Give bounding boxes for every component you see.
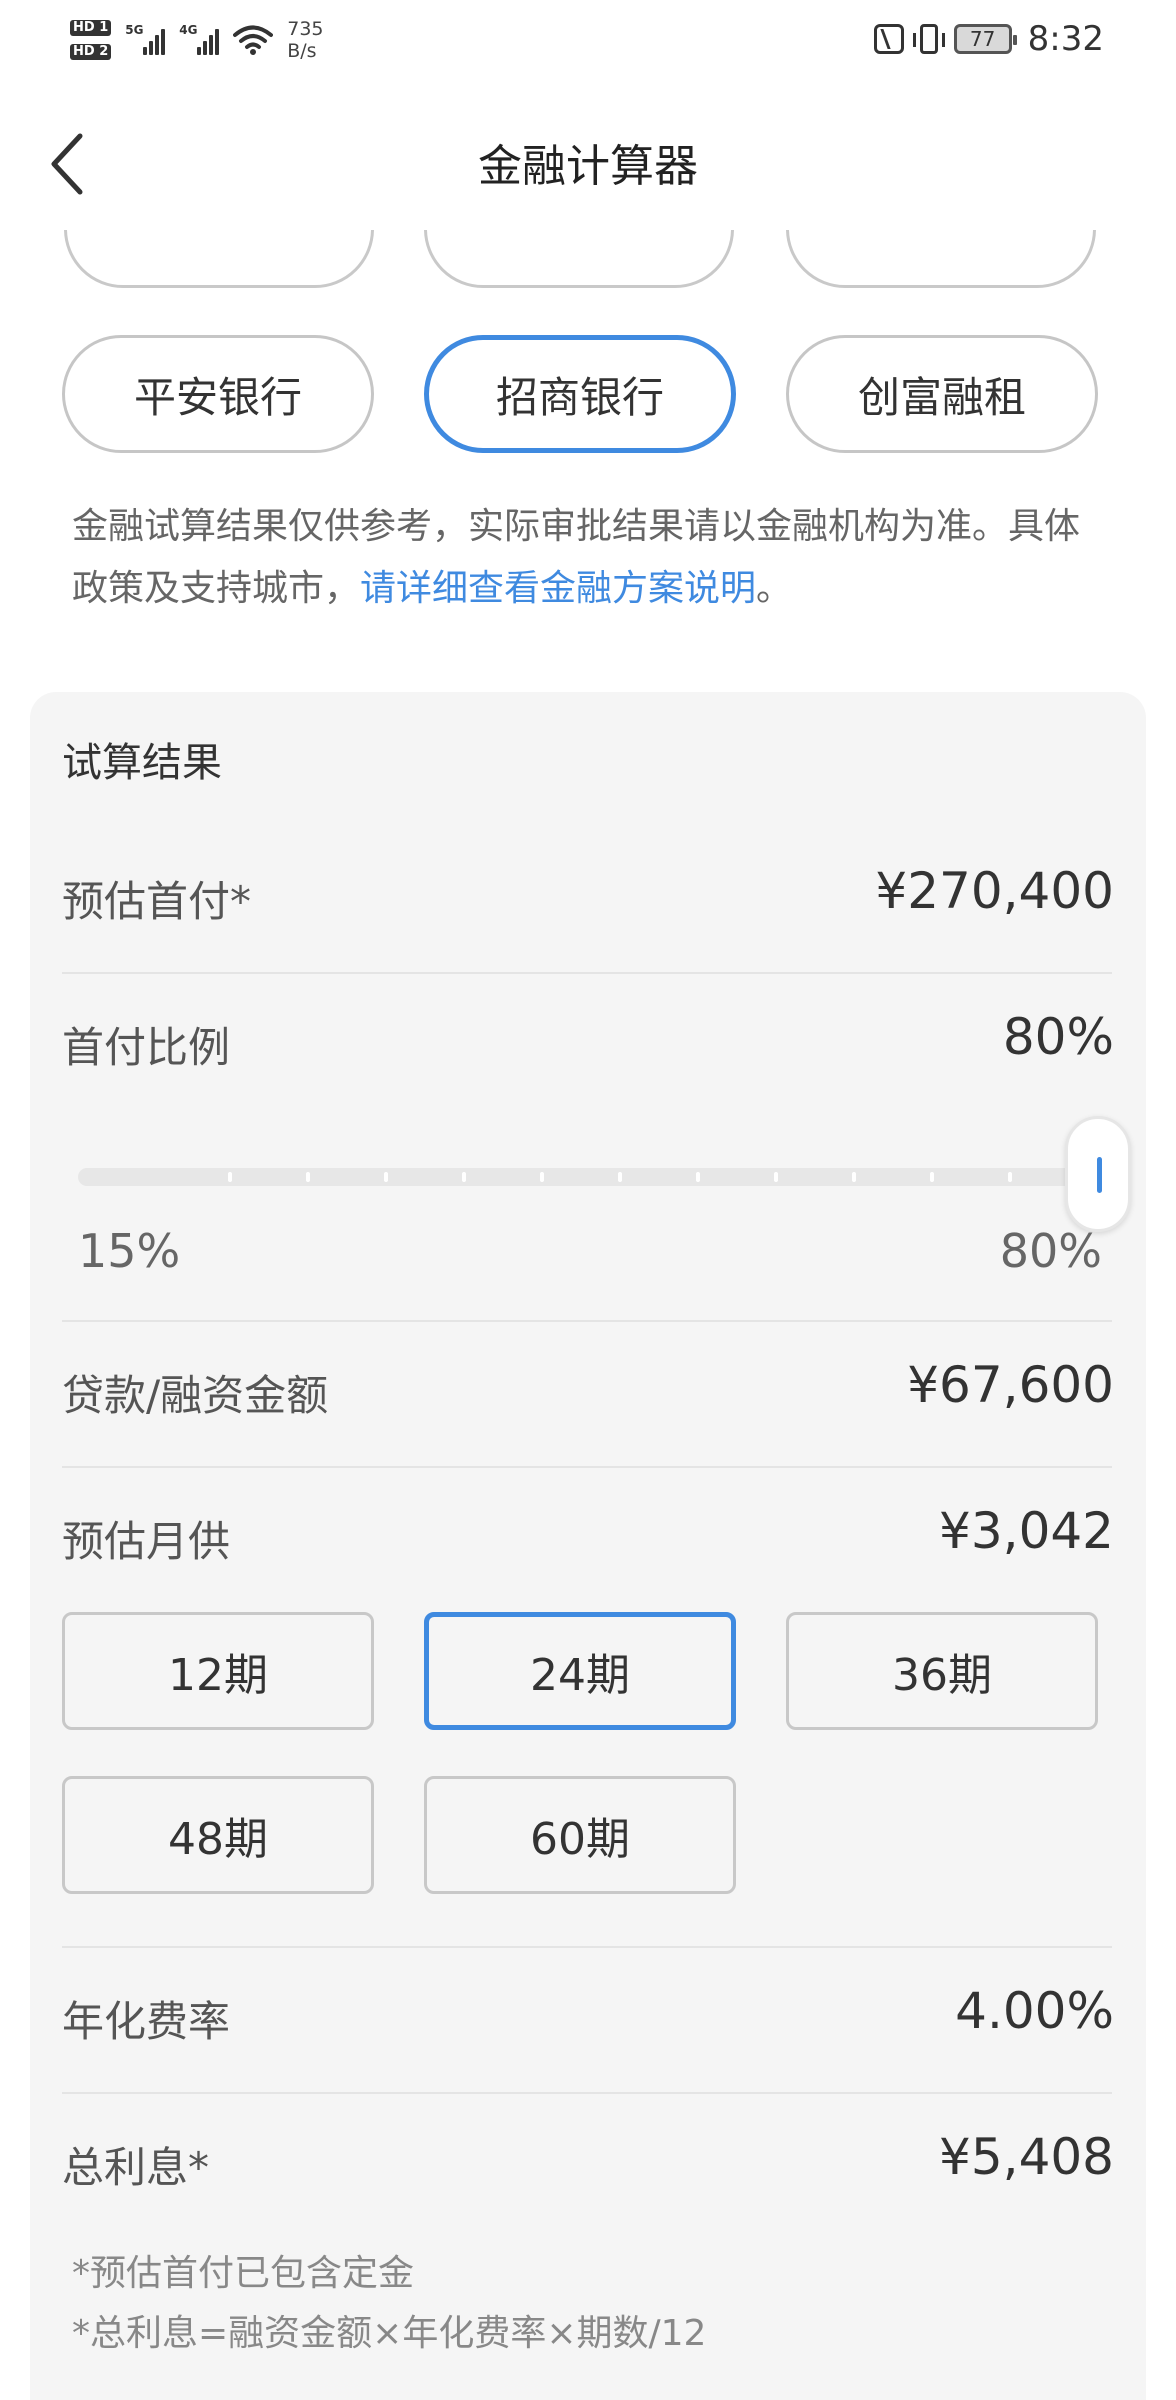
slider-track[interactable]: [78, 1168, 1078, 1186]
wifi-icon: [233, 25, 274, 55]
loan-label: 贷款/融资金额: [62, 1371, 329, 1420]
ratio-value: 80%: [1002, 1008, 1114, 1066]
slider-tick: [1008, 1172, 1012, 1182]
down-payment-label: 预估首付*: [62, 877, 252, 926]
nfc-icon: [873, 24, 904, 54]
network-speed-value: 735: [287, 18, 324, 40]
slider-tick: [228, 1172, 232, 1182]
result-title: 试算结果: [62, 740, 222, 786]
loan-value: ¥67,600: [907, 1356, 1114, 1414]
slider-tick: [306, 1172, 310, 1182]
org-option-chuangfu[interactable]: 创富融租: [786, 335, 1098, 453]
status-right: 77 8:32: [873, 14, 1104, 64]
term-60-button[interactable]: 60期: [424, 1776, 736, 1894]
network-speed: 735 B/s: [287, 18, 323, 62]
disclaimer-notice: 金融试算结果仅供参考，实际审批结果请以金融机构为准。具体政策及支持城市，请详细查…: [72, 496, 1112, 620]
slider-tick: [930, 1172, 934, 1182]
battery-icon: 77: [953, 24, 1017, 54]
slider-tick: [852, 1172, 856, 1182]
battery-level: 77: [969, 27, 996, 51]
monthly-value: ¥3,042: [939, 1502, 1114, 1560]
org-option-hidden-3[interactable]: [786, 230, 1096, 288]
sim2-indicator: HD 2: [70, 44, 112, 60]
slider-tick: [774, 1172, 778, 1182]
signal-5g-label: 5G: [125, 23, 144, 37]
status-bar: HD 1 HD 2 5G 4G 735 B/s 77 8:32: [0, 0, 1176, 80]
ratio-slider[interactable]: [78, 1116, 1131, 1232]
org-option-zhaoshang[interactable]: 招商银行: [424, 335, 736, 453]
ratio-max-label: 80%: [999, 1224, 1102, 1278]
clock: 8:32: [1027, 19, 1104, 59]
org-options-row: 平安银行 招商银行 创富融租: [0, 335, 1176, 455]
ratio-min-label: 15%: [78, 1224, 181, 1278]
page-title: 金融计算器: [478, 141, 698, 192]
nav-header: 金融计算器: [0, 100, 1176, 230]
signal-4g-label: 4G: [179, 23, 198, 37]
term-24-button[interactable]: 24期: [424, 1612, 736, 1730]
divider: [62, 1320, 1112, 1322]
sim-indicators: HD 1 HD 2: [70, 20, 112, 60]
status-left: HD 1 HD 2 5G 4G 735 B/s: [70, 10, 324, 70]
slider-tick: [540, 1172, 544, 1182]
down-payment-value: ¥270,400: [875, 862, 1114, 920]
monthly-label: 预估月供: [62, 1517, 231, 1566]
term-36-button[interactable]: 36期: [786, 1612, 1098, 1730]
slider-tick: [462, 1172, 466, 1182]
term-12-button[interactable]: 12期: [62, 1612, 374, 1730]
divider: [62, 1466, 1112, 1468]
finance-plan-link[interactable]: 请详细查看金融方案说明: [360, 568, 756, 609]
rate-value: 4.00%: [955, 1982, 1114, 2040]
org-option-hidden-1[interactable]: [64, 230, 374, 288]
rate-label: 年化费率: [62, 1997, 231, 2046]
sim2-label: HD 2: [70, 44, 112, 60]
interest-label: 总利息*: [62, 2143, 210, 2192]
ratio-label: 首付比例: [62, 1023, 231, 1072]
screen: HD 1 HD 2 5G 4G 735 B/s 77 8:32 金融计算器 平安…: [0, 0, 1176, 2400]
footnote-interest: *总利息=融资金额×年化费率×期数/12: [72, 2313, 707, 2354]
slider-tick: [696, 1172, 700, 1182]
org-options-row-scrolled: [0, 230, 1176, 290]
slider-tick: [618, 1172, 622, 1182]
signal-4g-icon: 4G: [179, 23, 220, 55]
disclaimer-end: 。: [756, 568, 793, 609]
result-card: 试算结果 预估首付* ¥270,400 首付比例 80% 15% 80% 贷款/…: [30, 692, 1146, 2400]
signal-5g-icon: 5G: [125, 23, 166, 55]
slider-thumb[interactable]: [1065, 1116, 1131, 1232]
org-option-hidden-2[interactable]: [424, 230, 734, 288]
network-speed-unit: B/s: [287, 40, 317, 62]
divider: [62, 972, 1112, 974]
divider: [62, 2092, 1112, 2094]
footnote-down-payment: *预估首付已包含定金: [72, 2253, 415, 2294]
vibrate-icon: [912, 24, 945, 54]
slider-tick: [384, 1172, 388, 1182]
org-option-pingan[interactable]: 平安银行: [62, 335, 374, 453]
sim1-label: HD 1: [70, 20, 112, 36]
sim1-indicator: HD 1: [70, 20, 112, 36]
interest-value: ¥5,408: [939, 2128, 1114, 2186]
divider: [62, 1946, 1112, 1948]
term-48-button[interactable]: 48期: [62, 1776, 374, 1894]
